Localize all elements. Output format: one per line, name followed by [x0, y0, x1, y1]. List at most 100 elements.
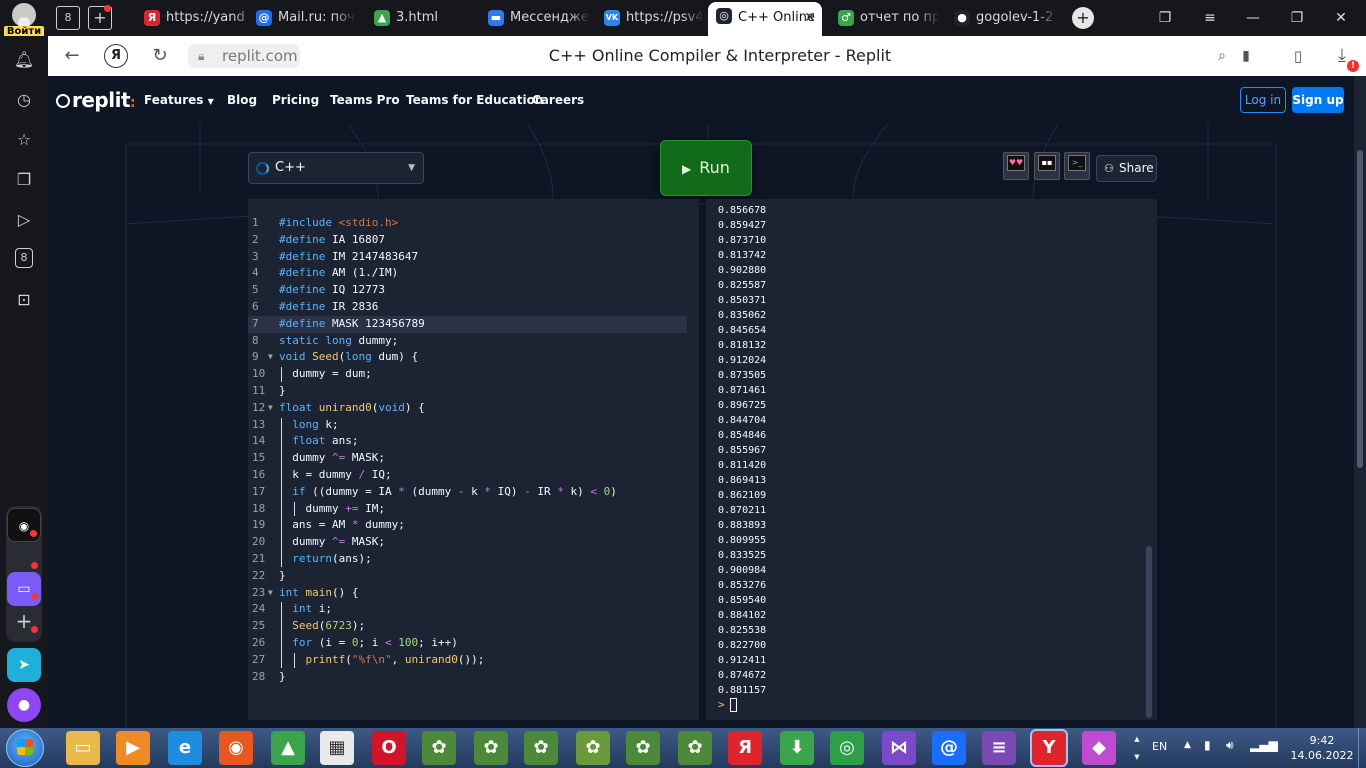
code-line[interactable]: 14 float ans;	[248, 433, 699, 450]
send-icon[interactable]: ➤	[7, 648, 41, 682]
history-icon[interactable]: ◷	[12, 88, 36, 112]
plant-game-icon-6[interactable]: ✿	[678, 731, 712, 765]
taskbar-scroll-icon[interactable]: ▲ ▼	[1132, 730, 1142, 766]
console-cursor[interactable]	[730, 698, 737, 712]
tab-5[interactable]: VK https://psv4	[596, 4, 704, 32]
back-icon[interactable]: ←	[60, 44, 84, 68]
tab-8[interactable]: ● gogolev-1-2	[946, 4, 1058, 32]
console-panel[interactable]	[706, 199, 1157, 720]
clock[interactable]: 9:42 14.06.2022	[1286, 733, 1358, 763]
battery-icon[interactable]: ▮	[1204, 738, 1211, 752]
add-icon[interactable]: +	[7, 604, 41, 638]
badge-8-icon[interactable]: 8	[15, 248, 33, 268]
plant-game-icon-3[interactable]: ✿	[524, 731, 558, 765]
nav-blog[interactable]: Blog	[227, 93, 257, 107]
language-select[interactable]: C++ ▼	[248, 152, 424, 184]
tab-7[interactable]: ♂ отчет по пр	[830, 4, 940, 32]
code-line[interactable]: 26 for (i = 0; i < 100; i++)	[248, 635, 699, 652]
user-avatar-1[interactable]: ♥♥	[1003, 152, 1029, 180]
gem-app-icon[interactable]: ◆	[1082, 731, 1116, 765]
search-icon[interactable]: ⌕	[1210, 44, 1234, 68]
page-scrollbar[interactable]	[1354, 76, 1366, 728]
code-line[interactable]: 17 if ((dummy = IA * (dummy - k * IQ) - …	[248, 484, 699, 501]
fold-icon[interactable]: ▼	[268, 349, 273, 366]
replit-logo[interactable]: replit:	[56, 88, 136, 112]
fold-icon[interactable]: ▼	[268, 585, 273, 602]
code-line[interactable]: 10 dummy = dum;	[248, 366, 699, 383]
code-line[interactable]: 27 printf("%f\n", unirand0());	[248, 652, 699, 669]
start-button[interactable]	[6, 729, 44, 767]
media-player-icon[interactable]: ▶	[116, 731, 150, 765]
code-line[interactable]: 1 #include <stdio.h>	[248, 215, 699, 232]
mail-agent-icon[interactable]: @	[932, 731, 966, 765]
login-button[interactable]: Log in	[1240, 87, 1286, 113]
yandex-login-button[interactable]: Войти	[0, 0, 48, 40]
code-line[interactable]: 13 long k;	[248, 417, 699, 434]
plant-game-icon-2[interactable]: ✿	[474, 731, 508, 765]
tab-2[interactable]: @ Mail.ru: почт	[248, 4, 356, 32]
code-line[interactable]: 6 #define IR 2836	[248, 299, 699, 316]
code-line[interactable]: 22}	[248, 568, 699, 585]
network-icon[interactable]: ▂▄▆	[1250, 738, 1278, 752]
fold-icon[interactable]: ▼	[268, 400, 273, 417]
code-line[interactable]: 19 ans = AM * dummy;	[248, 517, 699, 534]
code-line[interactable]: 28}	[248, 669, 699, 686]
scrollbar-thumb[interactable]	[1357, 150, 1363, 468]
code-line[interactable]: 20 dummy ^= MASK;	[248, 534, 699, 551]
user-avatar-3[interactable]: >_	[1064, 152, 1090, 180]
restore-icon[interactable]: ❐	[1282, 6, 1312, 30]
code-line[interactable]: 12 ▼ float unirand0(void) {	[248, 400, 699, 417]
code-lines[interactable]: 1 #include <stdio.h> 2 #define IA 16807 3 #de…	[248, 215, 699, 685]
code-line[interactable]: 15 dummy ^= MASK;	[248, 450, 699, 467]
equalizer-icon[interactable]: ≡	[982, 731, 1016, 765]
collections-icon[interactable]: ❐	[12, 168, 36, 192]
bell-icon[interactable]: 🔔︎	[12, 48, 36, 72]
spreadsheet-icon[interactable]: ▦	[320, 731, 354, 765]
video-call-icon[interactable]: ▭	[7, 572, 41, 606]
url-field[interactable]: 🔒︎ replit.com	[188, 44, 300, 68]
tab-4[interactable]: ▬ Мессенджер	[480, 4, 590, 32]
close-tab-icon[interactable]: ✕	[804, 2, 816, 34]
visual-studio-icon[interactable]: ⋈	[882, 731, 916, 765]
code-line[interactable]: 11}	[248, 383, 699, 400]
star-icon[interactable]: ☆	[12, 128, 36, 152]
run-button[interactable]: ▶ Run	[660, 140, 752, 196]
code-line[interactable]: 9 ▼ void Seed(long dum) {	[248, 349, 699, 366]
alisa-app-icon[interactable]: ●	[7, 688, 41, 722]
screenshot-icon[interactable]: ⊡	[12, 288, 36, 312]
nav-pricing[interactable]: Pricing	[272, 93, 319, 107]
code-line[interactable]: 7 #define MASK 123456789	[248, 315, 687, 333]
yandex-home-icon[interactable]: Я	[104, 44, 128, 68]
new-tab-button[interactable]: +	[1072, 7, 1094, 29]
opera-icon[interactable]: O	[372, 731, 406, 765]
plant-game-icon-4[interactable]: ✿	[576, 731, 610, 765]
nav-teams-education[interactable]: Teams for Education	[406, 93, 543, 107]
code-line[interactable]: 5 #define IQ 12773	[248, 282, 699, 299]
alice-icon[interactable]: ◉	[7, 508, 41, 542]
code-line[interactable]: 4 #define AM (1./IM)	[248, 265, 699, 282]
plant-game-icon-5[interactable]: ✿	[626, 731, 660, 765]
bookmark-icon[interactable]: ▮	[1234, 44, 1258, 68]
yandex-browser-icon[interactable]: Y	[1030, 729, 1068, 767]
tabs-list-icon[interactable]: 8	[56, 6, 80, 30]
internet-explorer-icon[interactable]: e	[168, 731, 202, 765]
nav-features[interactable]: Features ▼	[144, 93, 214, 107]
show-desktop-button[interactable]	[1358, 728, 1366, 768]
volume-icon[interactable]: 🔊︎	[1226, 738, 1234, 753]
yandex-app-icon[interactable]: Я	[728, 731, 762, 765]
code-line[interactable]: 24 int i;	[248, 601, 699, 618]
code-line[interactable]: 23 ▼ int main() {	[248, 585, 699, 602]
explorer-icon[interactable]: ▭	[66, 731, 100, 765]
code-line[interactable]: 16 k = dummy / IQ;	[248, 467, 699, 484]
triangle-app-icon[interactable]: ▲	[271, 731, 305, 765]
user-avatar-2[interactable]: ▪▪	[1034, 152, 1060, 180]
nav-careers[interactable]: Careers	[532, 93, 584, 107]
tab-3[interactable]: ▲ 3.html	[366, 4, 462, 32]
code-line[interactable]: 21 return(ans);	[248, 551, 699, 568]
code-line[interactable]: 8 static long dummy;	[248, 333, 699, 350]
download-master-icon[interactable]: ⬇	[780, 731, 814, 765]
plant-game-icon-1[interactable]: ✿	[422, 731, 456, 765]
tray-expand-icon[interactable]: ▲	[1184, 740, 1191, 750]
console-scrollbar[interactable]	[1146, 546, 1152, 718]
firefox-icon[interactable]: ◉	[219, 731, 253, 765]
